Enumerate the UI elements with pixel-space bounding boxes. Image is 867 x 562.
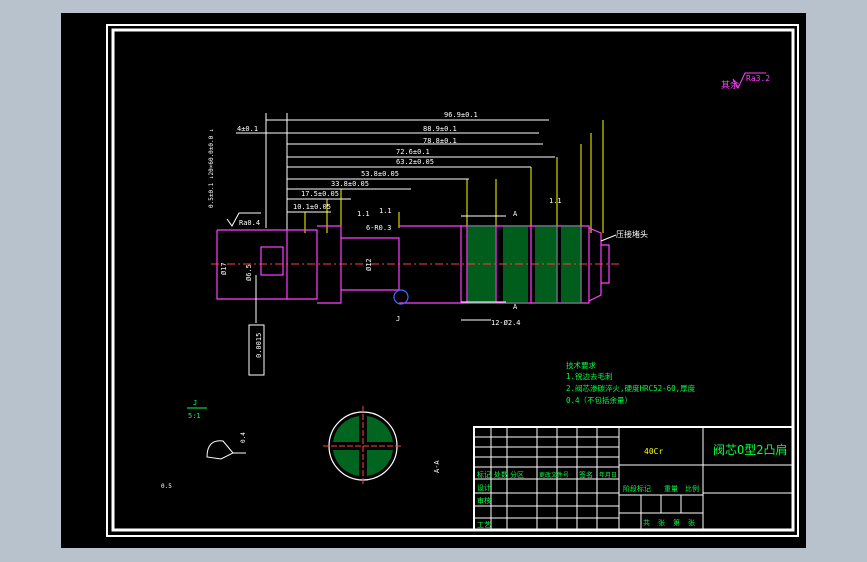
label-d6-5: Ø6.5 xyxy=(245,264,253,281)
section-a-a-label: A-A xyxy=(433,460,441,473)
tb-label-sign: 签名 xyxy=(579,470,593,479)
label-section-a-bottom: A xyxy=(513,303,518,311)
tb-label-zone: 分区 xyxy=(510,470,524,479)
outer-frame xyxy=(106,24,799,537)
detail-dim-0-5: 0.5 xyxy=(161,483,172,490)
label-point-j: J xyxy=(396,315,400,323)
label-d17: Ø17 xyxy=(220,262,228,275)
ra-left-value: Ra0.4 xyxy=(239,219,260,227)
dim-1-1-c: 1.1 xyxy=(549,197,562,205)
tb-label-weight: 重量 xyxy=(664,485,678,493)
dim-78-8: 78.8±0.1 xyxy=(423,137,457,145)
label-section-a-top: A xyxy=(513,210,518,218)
tb-label-design: 设计 xyxy=(477,483,491,492)
dim-96-9: 96.9±0.1 xyxy=(444,111,478,119)
tech-req-title: 技术要求 xyxy=(566,360,596,370)
tb-label-review: 审核 xyxy=(477,496,491,505)
shaft-labels: 6-R0.3 Ø17 Ø6.5 Ø12 A A 12-Ø2.4 压接堵头 xyxy=(220,210,648,327)
dim-10-1: 10.1±0.05 xyxy=(293,203,331,211)
label-end-plug: 压接堵头 xyxy=(616,229,648,239)
tb-label-scale: 比例 xyxy=(685,484,699,493)
label-slot: 12-Ø2.4 xyxy=(491,319,521,327)
tb-label-count: 处数 xyxy=(494,470,508,479)
tolerance-value: 0.0015 xyxy=(255,333,263,358)
tech-req-line-1: 1.锐边去毛刺 xyxy=(566,371,613,381)
title-block: 40Cr 阀芯O型2凸肩 标记 设计 审核 工艺 处数 分区 更改文件号 签名 … xyxy=(473,426,794,531)
tech-requirements: 技术要求 1.锐边去毛刺 2.阀芯渗碳淬火,硬度HRC52-60,厚度 0.4（… xyxy=(566,360,696,405)
dim-vertical-runout: 0.5±0.1 ↓20×60.0±0.0 ↓ xyxy=(208,129,215,208)
detail-label-j: J xyxy=(193,399,197,407)
dim-1-1-b: 1.1 xyxy=(379,207,392,215)
roughness-value: Ra3.2 xyxy=(746,74,770,83)
dim-4: 4±0.1 xyxy=(237,125,258,133)
label-d12: Ø12 xyxy=(365,258,373,271)
tb-label-stage: 阶段标记 xyxy=(623,484,651,493)
tb-label-sheets1: 张 xyxy=(658,518,665,527)
detail-dim-0-4: 0.4 xyxy=(240,432,247,443)
tb-label-sheets2: 张 xyxy=(688,518,695,527)
title-material: 40Cr xyxy=(644,447,663,456)
dim-72-6: 72.6±0.1 xyxy=(396,148,430,156)
tb-label-mark: 标记 xyxy=(477,470,491,479)
cad-viewport[interactable]: 其余 Ra3.2 96.9±0.1 88.9±0.1 78.8±0.1 72.6… xyxy=(61,13,806,548)
title-part-name: 阀芯O型2凸肩 xyxy=(713,442,787,457)
detail-circle-j xyxy=(393,289,409,305)
tb-label-no: 第 xyxy=(673,518,680,527)
section-a-a: A-A xyxy=(323,406,441,486)
tb-label-date: 年月日 xyxy=(599,471,617,479)
dim-17-5: 17.5±0.05 xyxy=(301,190,339,198)
drawing-canvas: 其余 Ra3.2 96.9±0.1 88.9±0.1 78.8±0.1 72.6… xyxy=(106,24,799,537)
dimension-texts: 96.9±0.1 88.9±0.1 78.8±0.1 72.6±0.1 63.2… xyxy=(208,111,562,218)
inner-frame xyxy=(111,28,795,532)
tech-req-line-2: 2.阀芯渗碳淬火,硬度HRC52-60,厚度 xyxy=(566,383,696,393)
dim-1-1-a: 1.1 xyxy=(357,210,370,218)
label-r0-3: 6-R0.3 xyxy=(366,224,391,232)
dim-88-9: 88.9±0.1 xyxy=(423,125,457,133)
dim-33-8: 33.8±0.05 xyxy=(331,180,369,188)
tb-label-doc: 更改文件号 xyxy=(539,471,569,479)
detail-view-j: J 5:1 0.4 0.5 xyxy=(161,399,247,490)
tech-req-line-3: 0.4（不包括余量） xyxy=(566,395,632,405)
tolerance-frame: 0.0015 xyxy=(248,324,265,376)
tb-label-total: 共 xyxy=(643,518,650,527)
dim-63-2: 63.2±0.05 xyxy=(396,158,434,166)
tb-label-process: 工艺 xyxy=(477,521,491,529)
title-labels: 标记 设计 审核 工艺 处数 分区 更改文件号 签名 年月日 阶段标记 重量 比… xyxy=(477,470,699,529)
detail-scale: 5:1 xyxy=(188,412,201,420)
dim-53-8: 53.8±0.05 xyxy=(361,170,399,178)
